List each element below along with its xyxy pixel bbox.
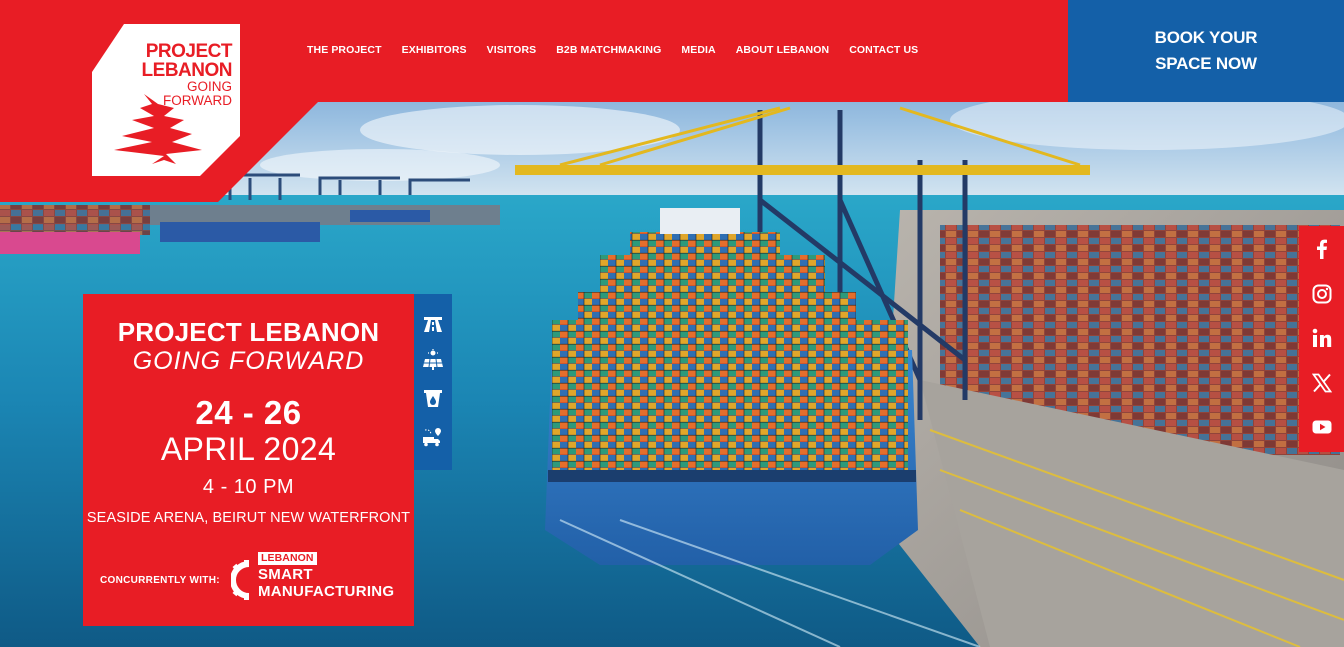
concurrent-label: CONCURRENTLY WITH: xyxy=(100,575,220,586)
nav-item-b2b-matchmaking[interactable]: B2B MATCHMAKING xyxy=(556,44,661,56)
event-venue: SEASIDE ARENA, BEIRUT NEW WATERFRONT xyxy=(86,510,411,526)
nav-item-visitors[interactable]: VISITORS xyxy=(487,44,537,56)
book-button-line2: SPACE NOW xyxy=(1155,54,1257,73)
event-time: 4 - 10 PM xyxy=(202,476,295,498)
x-icon[interactable] xyxy=(1312,373,1332,393)
book-button-line1: BOOK YOUR xyxy=(1154,28,1258,47)
event-subtitle: GOING FORWARD xyxy=(132,347,365,375)
nav-item-about-lebanon[interactable]: ABOUT LEBANON xyxy=(736,44,829,56)
smart-manufacturing-badge: LEBANON xyxy=(258,552,317,565)
smart-manufacturing-line2: MANUFACTURING xyxy=(258,583,395,600)
linkedin-icon[interactable] xyxy=(1312,328,1332,348)
logo-line-going: GOING xyxy=(186,79,232,94)
logo-line-forward: FORWARD xyxy=(163,92,232,108)
gear-icon xyxy=(231,560,250,600)
solar-panel-icon xyxy=(423,349,443,370)
water-dam-icon xyxy=(424,390,442,407)
instagram-icon[interactable] xyxy=(1312,284,1332,304)
sector-icons-strip xyxy=(414,294,452,470)
event-month-year: APRIL 2024 xyxy=(160,431,337,467)
event-info-card: PROJECT LEBANON GOING FORWARD 24 - 26 AP… xyxy=(83,294,414,626)
youtube-icon[interactable] xyxy=(1312,417,1332,437)
nav-item-contact-us[interactable]: CONTACT US xyxy=(849,44,918,56)
smart-manufacturing-line1: SMART xyxy=(258,566,313,583)
social-links-sidebar xyxy=(1299,226,1344,452)
highway-icon xyxy=(424,317,442,332)
logo-wordmark: PROJECT LEBANON GOING FORWARD xyxy=(132,41,233,108)
logo-line-lebanon: LEBANON xyxy=(141,60,233,81)
main-navigation: THE PROJECT EXHIBITORS VISITORS B2B MATC… xyxy=(307,44,938,56)
facebook-icon[interactable] xyxy=(1312,239,1332,259)
book-your-space-button[interactable]: BOOK YOUR SPACE NOW xyxy=(1068,0,1344,102)
nav-item-exhibitors[interactable]: EXHIBITORS xyxy=(402,44,467,56)
logo-line-project: PROJECT xyxy=(145,41,233,62)
smart-manufacturing-logo[interactable]: LEBANON SMART MANUFACTURING xyxy=(231,552,401,604)
nav-item-media[interactable]: MEDIA xyxy=(681,44,715,56)
logistics-truck-icon xyxy=(423,428,441,447)
event-days: 24 - 26 xyxy=(195,394,302,431)
nav-item-the-project[interactable]: THE PROJECT xyxy=(307,44,382,56)
event-title: PROJECT LEBANON xyxy=(117,317,380,347)
